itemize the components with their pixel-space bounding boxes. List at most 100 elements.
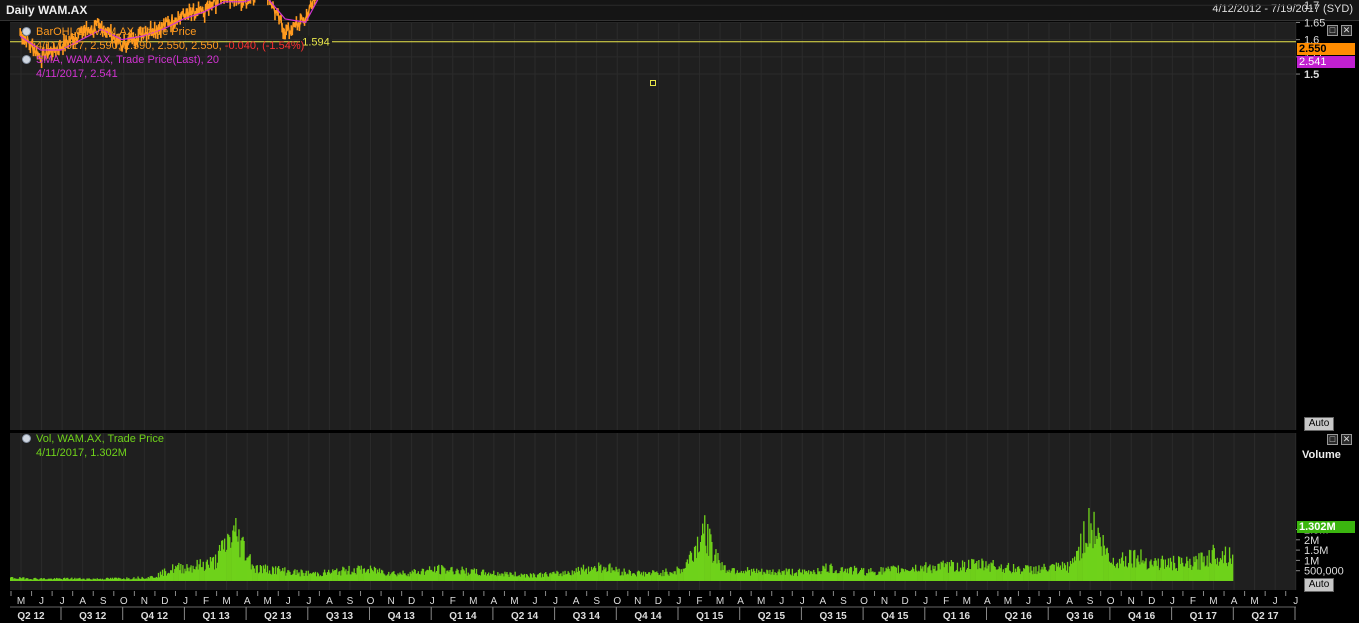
close-volume-panel-icon[interactable]: ✕ <box>1341 434 1352 445</box>
quarter-label: Q3 12 <box>79 611 107 622</box>
quarter-label: Q1 17 <box>1190 611 1218 622</box>
month-label: A <box>326 596 333 607</box>
quarter-label: Q4 14 <box>634 611 662 622</box>
month-label: M <box>1004 596 1012 607</box>
month-label: M <box>264 596 272 607</box>
quarter-label: Q4 12 <box>141 611 169 622</box>
month-label: F <box>203 596 209 607</box>
quarter-label: Q2 15 <box>758 611 786 622</box>
month-label: D <box>655 596 662 607</box>
last-sma-tag: 2.541 <box>1297 56 1355 68</box>
month-label: F <box>943 596 949 607</box>
month-label: J <box>676 596 681 607</box>
maximize-volume-panel-icon[interactable]: □ <box>1327 434 1338 445</box>
month-label: M <box>757 596 765 607</box>
price-tick-label: 1.5 <box>1304 69 1319 81</box>
volume-auto-scale-button[interactable]: Auto <box>1304 578 1334 592</box>
month-label: N <box>1128 596 1135 607</box>
quarter-label: Q2 13 <box>264 611 292 622</box>
month-label: J <box>60 596 65 607</box>
month-label: S <box>347 596 354 607</box>
volume-legend: Vol, WAM.AX, Trade Price 4/11/2017, 1.30… <box>22 432 164 460</box>
month-label: M <box>222 596 230 607</box>
month-label: N <box>881 596 888 607</box>
quarter-label: Q2 17 <box>1251 611 1279 622</box>
vol-series-values: 4/11/2017, 1.302M <box>36 447 127 459</box>
quarter-label: Q3 13 <box>326 611 354 622</box>
month-label: J <box>1293 596 1298 607</box>
volume-axis-title: Volume <box>1302 449 1341 461</box>
quarter-label: Q2 16 <box>1005 611 1033 622</box>
month-label: A <box>820 596 827 607</box>
month-label: A <box>737 596 744 607</box>
sma-series-values: 4/11/2017, 2.541 <box>36 68 118 80</box>
month-label: F <box>1190 596 1196 607</box>
sma-legend-row[interactable]: SMA, WAM.AX, Trade Price(Last), 20 <box>22 53 304 67</box>
quarter-label: Q2 12 <box>17 611 45 622</box>
month-label: M <box>510 596 518 607</box>
month-label: D <box>161 596 168 607</box>
ohlc-series-values: 4/11/2017, 2.590, 2.590, 2.550, 2.550, <box>36 40 222 52</box>
month-label: N <box>141 596 148 607</box>
month-label: S <box>1087 596 1094 607</box>
month-label: F <box>696 596 702 607</box>
month-label: A <box>244 596 251 607</box>
month-label: S <box>100 596 107 607</box>
volume-tick-label: 500,000 <box>1304 566 1344 578</box>
vol-legend-row[interactable]: Vol, WAM.AX, Trade Price <box>22 432 164 446</box>
vol-series-name: Vol, WAM.AX, Trade Price <box>36 433 164 445</box>
quarter-label: Q4 13 <box>388 611 416 622</box>
month-label: M <box>469 596 477 607</box>
month-label: D <box>1148 596 1155 607</box>
sma-series-icon[interactable] <box>22 55 31 64</box>
month-label: S <box>840 596 847 607</box>
price-tick-label: 1.65 <box>1304 17 1325 29</box>
month-label: A <box>1231 596 1238 607</box>
month-label: J <box>430 596 435 607</box>
quarter-label: Q3 15 <box>819 611 847 622</box>
month-label: O <box>367 596 375 607</box>
month-label: F <box>450 596 456 607</box>
month-label: N <box>634 596 641 607</box>
month-label: N <box>387 596 394 607</box>
month-label: M <box>963 596 971 607</box>
last-volume-tag: 1.302M <box>1297 521 1355 533</box>
ohlc-series-change: -0.040, (-1.54%) <box>224 40 305 52</box>
price-auto-scale-button[interactable]: Auto <box>1304 417 1334 431</box>
month-label: A <box>491 596 498 607</box>
quarter-label: Q3 14 <box>573 611 601 622</box>
month-label: D <box>901 596 908 607</box>
price-tick-label: 1.7 <box>1304 0 1319 12</box>
month-label: J <box>553 596 558 607</box>
line-handle-icon[interactable] <box>650 80 656 86</box>
month-label: J <box>800 596 805 607</box>
volume-bar <box>1232 554 1234 581</box>
month-label: J <box>39 596 44 607</box>
month-label: J <box>1047 596 1052 607</box>
month-label: J <box>533 596 538 607</box>
month-label: J <box>1026 596 1031 607</box>
quarter-label: Q2 14 <box>511 611 539 622</box>
month-label: J <box>306 596 311 607</box>
month-label: A <box>79 596 86 607</box>
month-label: D <box>408 596 415 607</box>
quarter-label: Q1 16 <box>943 611 971 622</box>
month-label: M <box>1209 596 1217 607</box>
month-label: O <box>120 596 128 607</box>
ohlc-legend-row[interactable]: BarOHLC, WAM.AX, Trade Price <box>22 25 304 39</box>
vol-series-icon[interactable] <box>22 434 31 443</box>
price-legend: BarOHLC, WAM.AX, Trade Price 4/11/2017, … <box>22 25 304 81</box>
close-panel-icon[interactable]: ✕ <box>1341 25 1352 36</box>
month-label: A <box>573 596 580 607</box>
month-label: J <box>286 596 291 607</box>
quarter-label: Q1 15 <box>696 611 724 622</box>
last-price-tag: 2.550 <box>1297 43 1355 55</box>
month-label: M <box>17 596 25 607</box>
month-label: J <box>1170 596 1175 607</box>
ohlc-series-icon[interactable] <box>22 27 31 36</box>
maximize-panel-icon[interactable]: □ <box>1327 25 1338 36</box>
month-label: O <box>1107 596 1115 607</box>
month-label: O <box>860 596 868 607</box>
month-label: S <box>593 596 600 607</box>
month-label: J <box>1273 596 1278 607</box>
